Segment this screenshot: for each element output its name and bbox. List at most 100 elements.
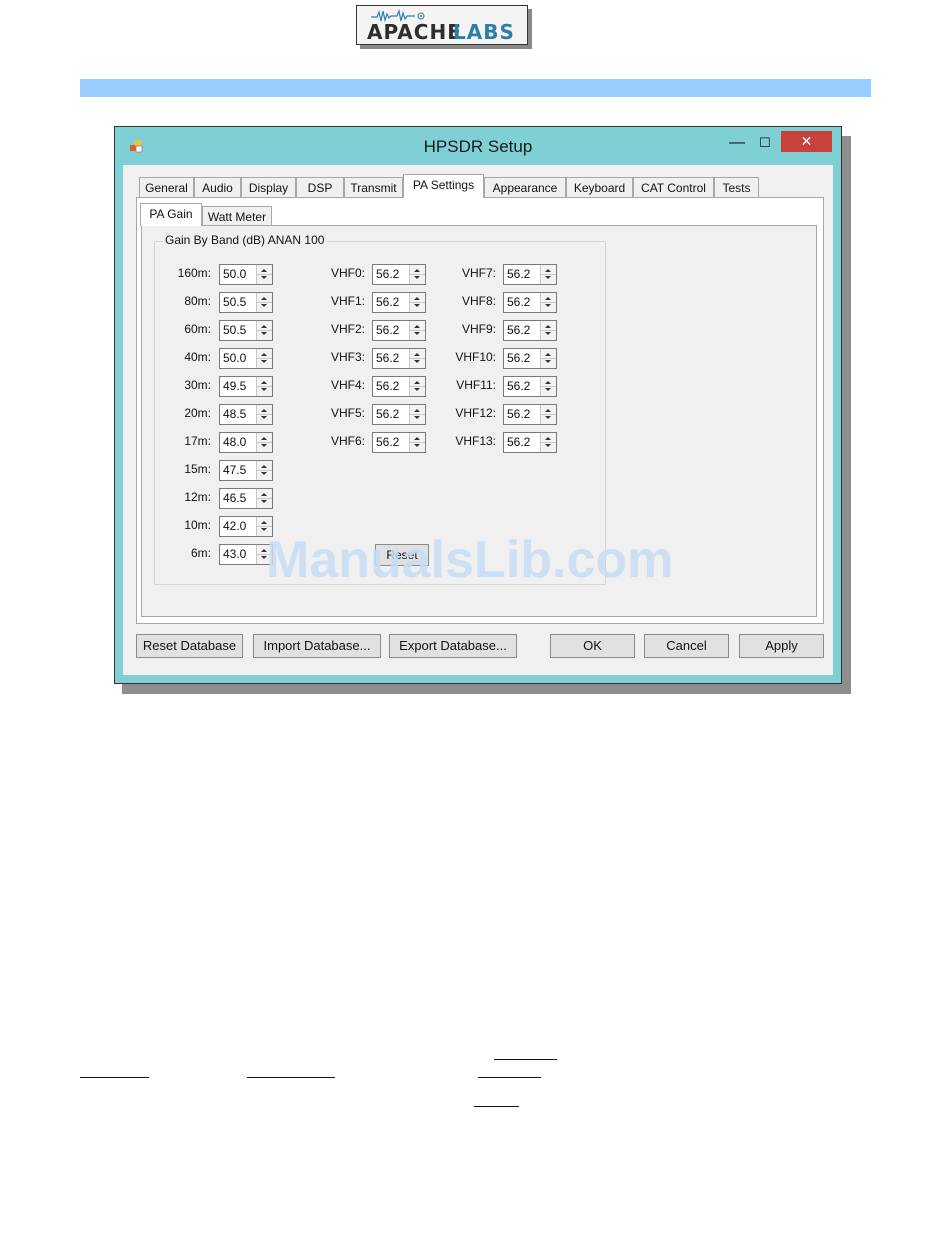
arrow-down-icon[interactable] [414, 276, 420, 279]
reset-database-button[interactable]: Reset Database [136, 634, 243, 658]
gain-stepper-30m[interactable]: 49.5 [219, 376, 273, 397]
gain-value[interactable]: 46.5 [223, 491, 246, 505]
title-bar[interactable]: HPSDR Setup — ☐ ✕ [115, 127, 841, 165]
tab-audio[interactable]: Audio [194, 177, 241, 197]
tab-pa-settings[interactable]: PA Settings [403, 174, 484, 198]
arrow-up-icon[interactable] [414, 269, 420, 272]
arrow-up-icon[interactable] [414, 381, 420, 384]
gain-stepper-vhf5[interactable]: 56.2 [372, 404, 426, 425]
stepper-arrows[interactable] [540, 265, 556, 284]
gain-stepper-vhf9[interactable]: 56.2 [503, 320, 557, 341]
stepper-arrows[interactable] [409, 265, 425, 284]
gain-value[interactable]: 50.5 [223, 295, 246, 309]
tab-display[interactable]: Display [241, 177, 296, 197]
tab-general[interactable]: General [139, 177, 194, 197]
gain-value[interactable]: 56.2 [507, 323, 530, 337]
gain-value[interactable]: 56.2 [376, 351, 399, 365]
gain-stepper-12m[interactable]: 46.5 [219, 488, 273, 509]
gain-value[interactable]: 50.0 [223, 351, 246, 365]
gain-stepper-80m[interactable]: 50.5 [219, 292, 273, 313]
gain-value[interactable]: 56.2 [507, 267, 530, 281]
subtab-pa-gain[interactable]: PA Gain [140, 203, 202, 226]
stepper-arrows[interactable] [409, 349, 425, 368]
stepper-arrows[interactable] [256, 489, 272, 508]
arrow-down-icon[interactable] [545, 304, 551, 307]
gain-stepper-17m[interactable]: 48.0 [219, 432, 273, 453]
stepper-arrows[interactable] [540, 433, 556, 452]
tab-cat-control[interactable]: CAT Control [633, 177, 714, 197]
gain-value[interactable]: 56.2 [507, 379, 530, 393]
gain-value[interactable]: 47.5 [223, 463, 246, 477]
gain-stepper-10m[interactable]: 42.0 [219, 516, 273, 537]
stepper-arrows[interactable] [256, 377, 272, 396]
arrow-up-icon[interactable] [545, 353, 551, 356]
arrow-up-icon[interactable] [414, 325, 420, 328]
stepper-arrows[interactable] [256, 265, 272, 284]
gain-stepper-6m[interactable]: 43.0 [219, 544, 273, 565]
arrow-down-icon[interactable] [261, 444, 267, 447]
gain-stepper-vhf4[interactable]: 56.2 [372, 376, 426, 397]
arrow-down-icon[interactable] [261, 472, 267, 475]
stepper-arrows[interactable] [409, 293, 425, 312]
arrow-down-icon[interactable] [414, 416, 420, 419]
arrow-down-icon[interactable] [545, 444, 551, 447]
arrow-up-icon[interactable] [261, 437, 267, 440]
close-button[interactable]: ✕ [781, 131, 832, 152]
arrow-down-icon[interactable] [261, 276, 267, 279]
arrow-up-icon[interactable] [545, 297, 551, 300]
arrow-up-icon[interactable] [545, 269, 551, 272]
apply-button[interactable]: Apply [739, 634, 824, 658]
gain-stepper-vhf3[interactable]: 56.2 [372, 348, 426, 369]
arrow-down-icon[interactable] [261, 304, 267, 307]
arrow-down-icon[interactable] [414, 444, 420, 447]
gain-value[interactable]: 56.2 [507, 407, 530, 421]
stepper-arrows[interactable] [540, 377, 556, 396]
import-database-button[interactable]: Import Database... [253, 634, 381, 658]
gain-value[interactable]: 56.2 [507, 435, 530, 449]
gain-stepper-20m[interactable]: 48.5 [219, 404, 273, 425]
arrow-down-icon[interactable] [261, 332, 267, 335]
minimize-button[interactable]: — [723, 133, 751, 155]
tab-dsp[interactable]: DSP [296, 177, 344, 197]
arrow-down-icon[interactable] [545, 332, 551, 335]
gain-value[interactable]: 56.2 [507, 295, 530, 309]
maximize-button[interactable]: ☐ [751, 133, 779, 155]
gain-stepper-vhf8[interactable]: 56.2 [503, 292, 557, 313]
subtab-watt-meter[interactable]: Watt Meter [202, 206, 272, 226]
arrow-down-icon[interactable] [261, 500, 267, 503]
gain-stepper-160m[interactable]: 50.0 [219, 264, 273, 285]
gain-stepper-vhf10[interactable]: 56.2 [503, 348, 557, 369]
arrow-up-icon[interactable] [261, 521, 267, 524]
arrow-down-icon[interactable] [261, 388, 267, 391]
tab-transmit[interactable]: Transmit [344, 177, 403, 197]
gain-value[interactable]: 48.5 [223, 407, 246, 421]
gain-stepper-vhf13[interactable]: 56.2 [503, 432, 557, 453]
gain-stepper-vhf12[interactable]: 56.2 [503, 404, 557, 425]
gain-stepper-40m[interactable]: 50.0 [219, 348, 273, 369]
arrow-up-icon[interactable] [261, 353, 267, 356]
stepper-arrows[interactable] [409, 405, 425, 424]
arrow-up-icon[interactable] [414, 409, 420, 412]
gain-stepper-vhf0[interactable]: 56.2 [372, 264, 426, 285]
gain-stepper-vhf1[interactable]: 56.2 [372, 292, 426, 313]
export-database-button[interactable]: Export Database... [389, 634, 517, 658]
stepper-arrows[interactable] [540, 293, 556, 312]
stepper-arrows[interactable] [256, 293, 272, 312]
gain-stepper-vhf11[interactable]: 56.2 [503, 376, 557, 397]
stepper-arrows[interactable] [409, 321, 425, 340]
arrow-down-icon[interactable] [545, 360, 551, 363]
tab-tests[interactable]: Tests [714, 177, 759, 197]
arrow-down-icon[interactable] [261, 416, 267, 419]
arrow-up-icon[interactable] [545, 437, 551, 440]
gain-stepper-60m[interactable]: 50.5 [219, 320, 273, 341]
gain-value[interactable]: 56.2 [376, 295, 399, 309]
gain-value[interactable]: 48.0 [223, 435, 246, 449]
gain-value[interactable]: 42.0 [223, 519, 246, 533]
tab-appearance[interactable]: Appearance [484, 177, 566, 197]
gain-value[interactable]: 56.2 [376, 323, 399, 337]
arrow-down-icon[interactable] [414, 304, 420, 307]
arrow-up-icon[interactable] [414, 353, 420, 356]
arrow-up-icon[interactable] [261, 465, 267, 468]
stepper-arrows[interactable] [256, 349, 272, 368]
arrow-down-icon[interactable] [545, 416, 551, 419]
